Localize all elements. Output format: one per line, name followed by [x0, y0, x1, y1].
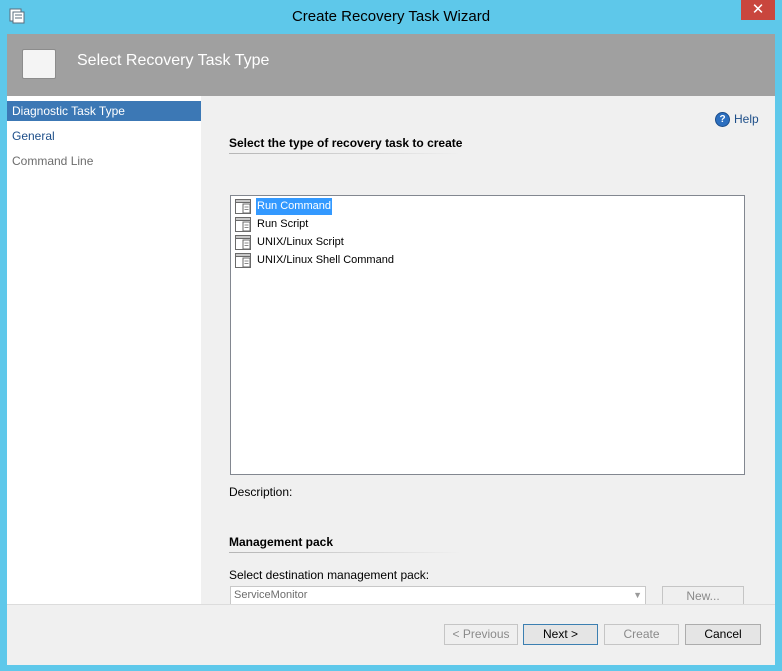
management-pack-section-title: Management pack: [229, 535, 334, 549]
task-type-list[interactable]: Run Command Run Script UNIX/Linux Script…: [230, 195, 745, 475]
previous-button: < Previous: [444, 624, 518, 645]
window-title: Create Recovery Task Wizard: [291, 8, 491, 25]
next-button[interactable]: Next >: [523, 624, 598, 645]
create-button: Create: [604, 624, 679, 645]
dropdown-value: ServiceMonitor: [234, 589, 308, 601]
document-icon: [235, 235, 251, 250]
list-item-label: UNIX/Linux Shell Command: [257, 254, 394, 266]
task-type-section-title: Select the type of recovery task to crea…: [229, 136, 463, 150]
close-button[interactable]: ✕: [741, 0, 775, 20]
nav-step-command-line: Command Line: [12, 154, 94, 168]
help-label: Help: [734, 112, 759, 126]
management-pack-dropdown: ServiceMonitor ▼: [230, 586, 646, 605]
document-icon: [235, 253, 251, 268]
wizard-window: Create Recovery Task Wizard ✕ Select Rec…: [0, 0, 782, 671]
chevron-down-icon: ▼: [633, 590, 642, 600]
wizard-footer: < Previous Next > Create Cancel: [7, 604, 775, 665]
list-item-label: UNIX/Linux Script: [257, 236, 344, 248]
wizard-header: Select Recovery Task Type: [7, 34, 775, 96]
page-title: Select Recovery Task Type: [77, 52, 270, 69]
description-label: Description:: [229, 485, 293, 499]
document-icon: [235, 217, 251, 232]
help-icon: ?: [715, 112, 730, 128]
section-divider: [229, 153, 461, 154]
header-image: [22, 49, 56, 79]
wizard-client-area: Select Recovery Task Type Diagnostic Tas…: [7, 34, 775, 665]
document-icon: [235, 199, 251, 214]
list-item-label: Run Command: [256, 198, 332, 215]
cancel-button[interactable]: Cancel: [685, 624, 761, 645]
list-item-label: Run Script: [257, 218, 309, 230]
help-link[interactable]: ? Help: [715, 111, 759, 128]
management-pack-field-label: Select destination management pack:: [229, 568, 430, 582]
wizard-content: ? Help Select the type of recovery task t…: [201, 96, 775, 607]
wizard-steps-nav: Diagnostic Task Type General Command Lin…: [7, 96, 201, 604]
nav-step-diagnostic-task-type[interactable]: Diagnostic Task Type: [7, 101, 201, 121]
nav-step-general[interactable]: General: [7, 126, 201, 146]
title-bar[interactable]: Create Recovery Task Wizard ✕: [0, 0, 782, 34]
section-divider: [229, 552, 461, 553]
